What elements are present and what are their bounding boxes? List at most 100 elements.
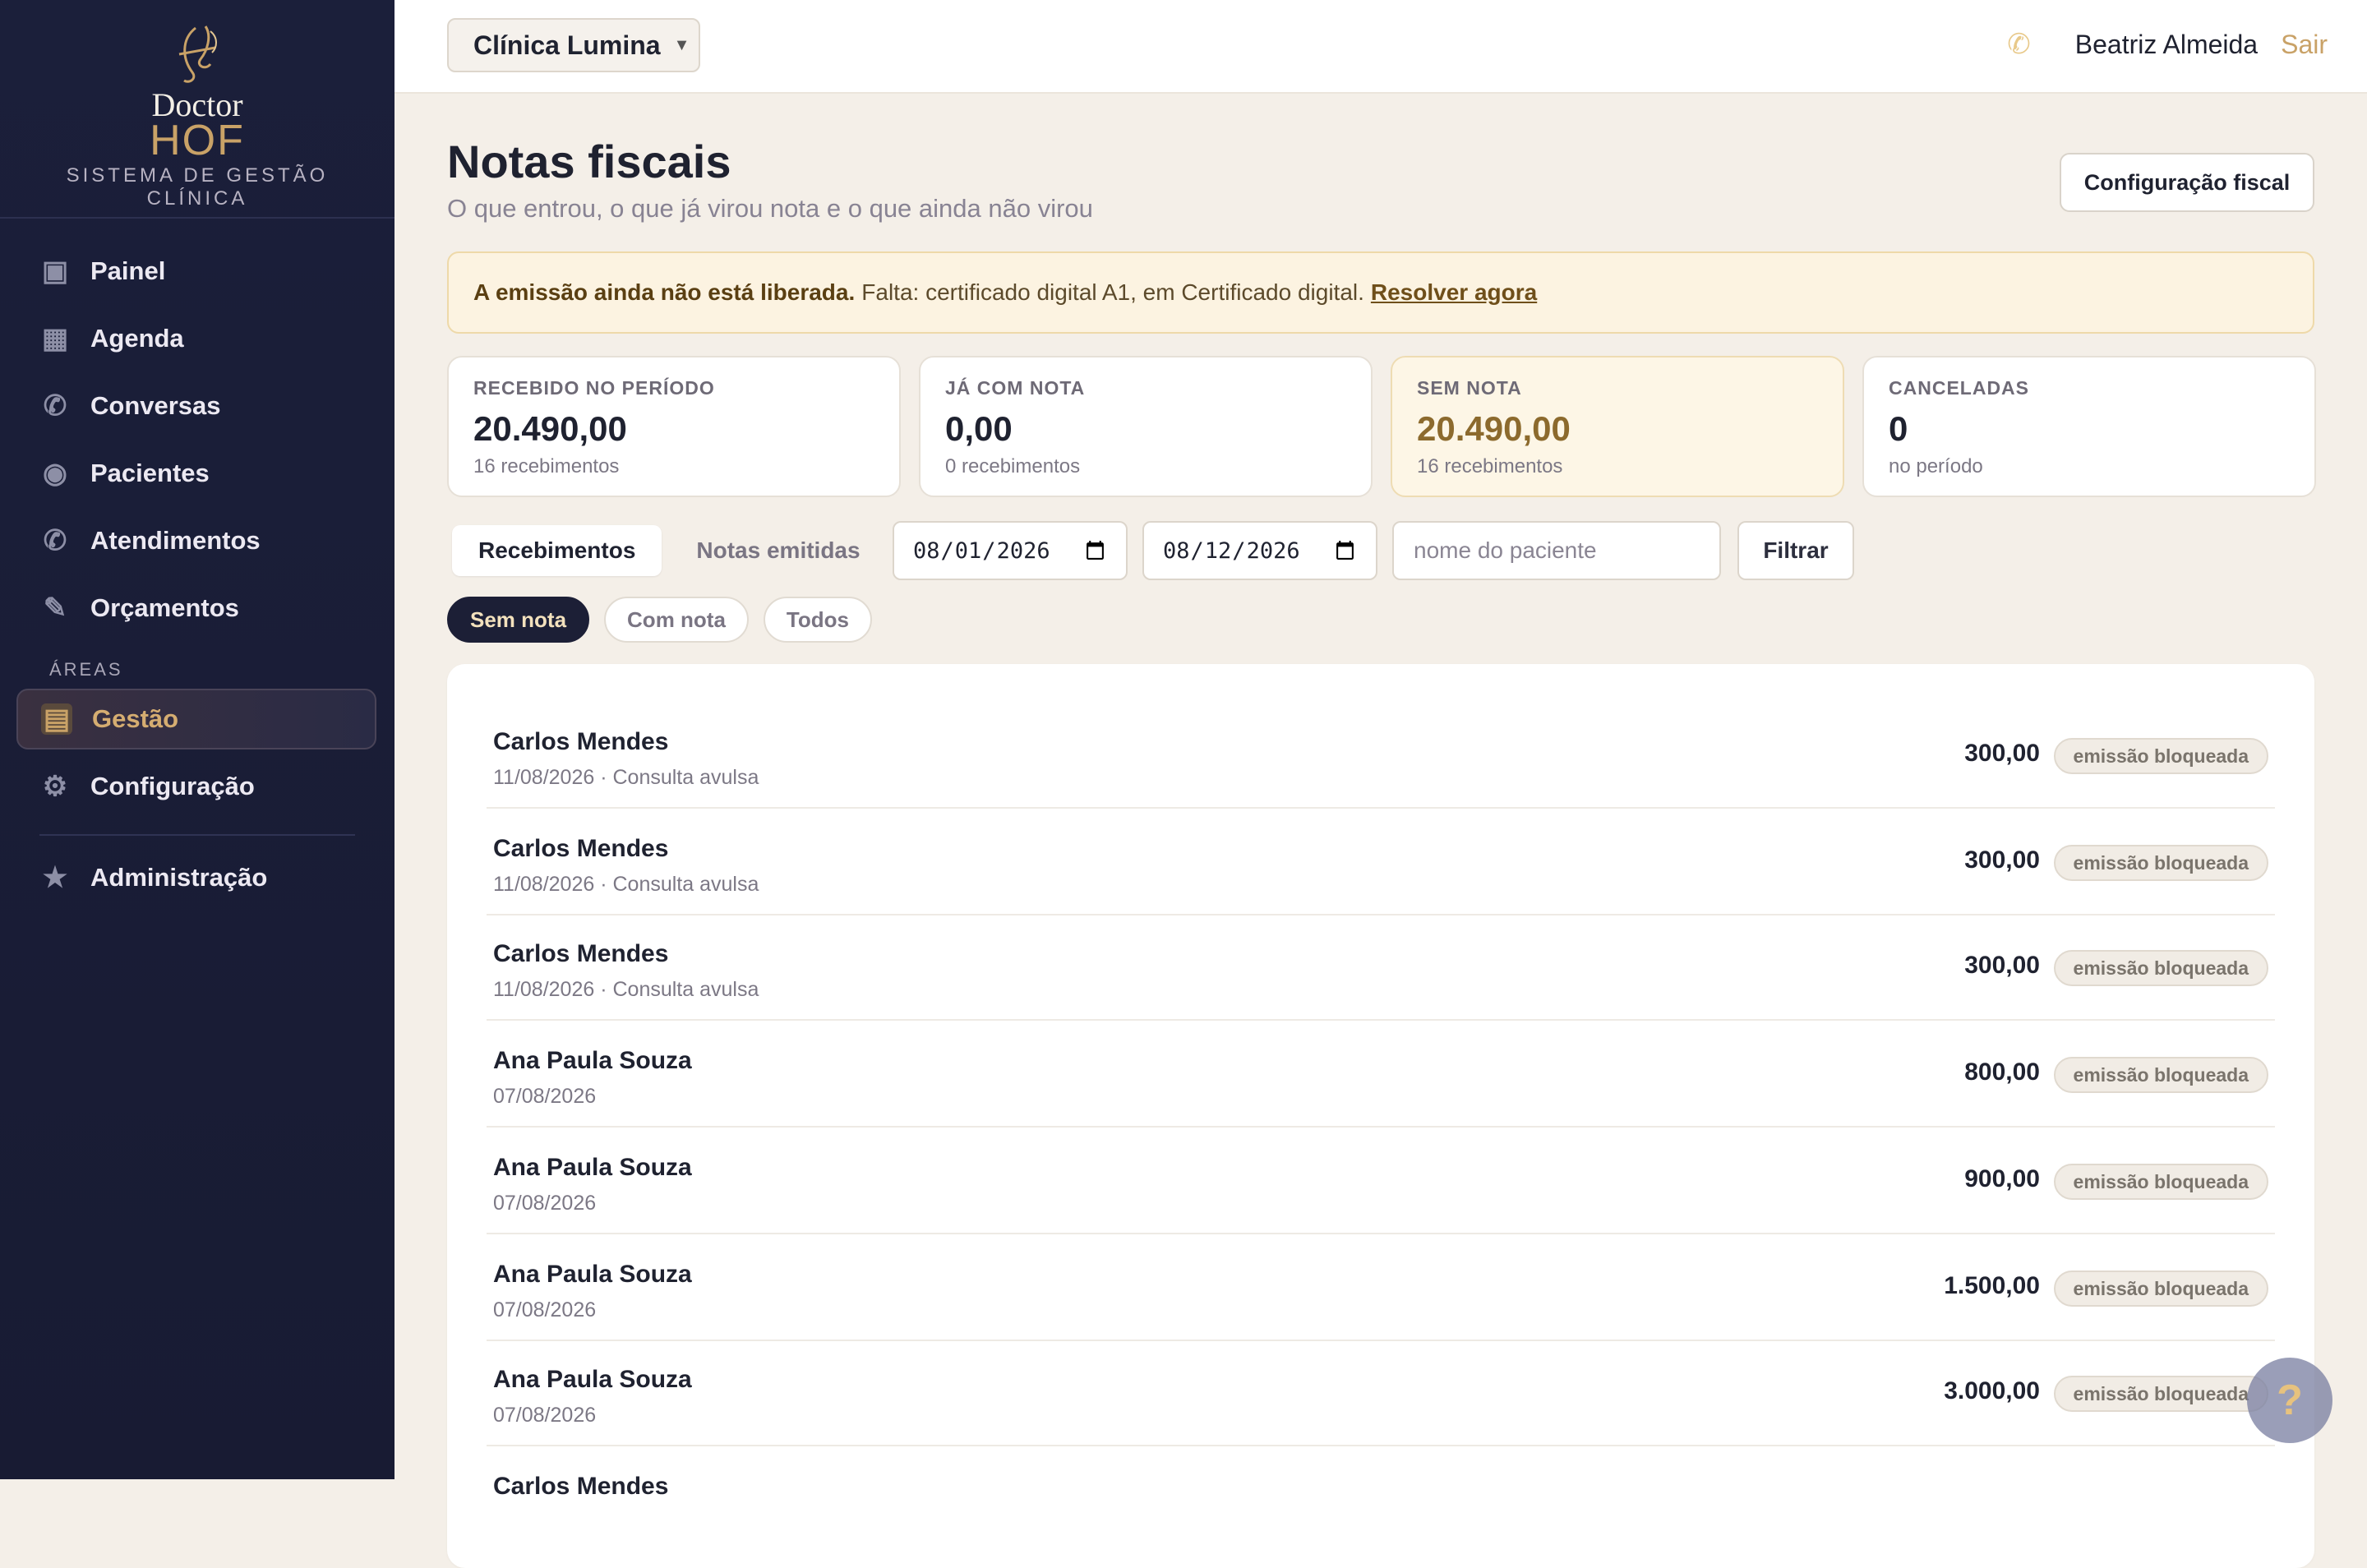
stat-label: SEM NOTA — [1417, 377, 1522, 399]
stat-note: no período — [1889, 455, 1983, 477]
list-item[interactable]: Carlos Mendes 11/08/2026 · Consulta avul… — [487, 915, 2275, 1021]
sidebar-item-atendimentos[interactable]: ✆ Atendimentos — [16, 510, 376, 571]
receipt-amount: 300,00 — [1964, 952, 2040, 979]
appointments-icon: ✆ — [43, 525, 67, 556]
gear-icon: ⚙ — [42, 771, 68, 802]
view-tabs: Recebimentos Notas emitidas — [447, 521, 887, 580]
patient-name: Carlos Mendes — [493, 940, 669, 967]
sidebar: Doctor HOF SISTEMA DE GESTÃO CLÍNICA ▣ P… — [0, 0, 394, 1479]
sidebar-item-administracao[interactable]: ★ Administração — [16, 847, 376, 908]
patient-name: Ana Paula Souza — [493, 1047, 692, 1074]
clinic-selector-label: Clínica Lumina — [473, 30, 661, 60]
help-button[interactable]: ? — [2247, 1358, 2332, 1443]
sidebar-item-orcamentos[interactable]: ✎ Orçamentos — [16, 578, 376, 639]
theme-toggle-icon[interactable]: ✆ — [2007, 28, 2031, 61]
status-badge: emissão bloqueada — [2053, 845, 2268, 881]
receipt-meta: 11/08/2026 · Consulta avulsa — [493, 873, 759, 896]
sidebar-item-label: Painel — [90, 256, 166, 285]
date-to-input[interactable] — [1142, 521, 1377, 580]
alert-text: Falta: certificado digital A1, em Certif… — [861, 279, 1364, 305]
sidebar-divider — [39, 834, 355, 836]
calendar-icon: ▦ — [41, 323, 69, 354]
stat-card-cancelled: CANCELADAS 0 no período — [1862, 356, 2316, 497]
user-area: ✆ Beatriz Almeida Sair — [2007, 0, 2328, 89]
status-badge: emissão bloqueada — [2053, 1376, 2268, 1412]
user-name: Beatriz Almeida — [2074, 29, 2259, 59]
list-item[interactable]: Ana Paula Souza 07/08/2026 800,00 emissã… — [487, 1022, 2275, 1128]
chat-icon: ✆ — [43, 390, 67, 422]
panel-icon: ▣ — [41, 256, 69, 287]
brand-logo[interactable]: Doctor HOF SISTEMA DE GESTÃO CLÍNICA — [0, 0, 394, 219]
receipts-list: Carlos Mendes 11/08/2026 · Consulta avul… — [447, 664, 2314, 1568]
stat-note: 16 recebimentos — [473, 455, 620, 477]
receipt-meta: 07/08/2026 — [493, 1298, 597, 1321]
list-item[interactable]: Carlos Mendes 11/08/2026 · Consulta avul… — [487, 703, 2275, 809]
receipt-amount: 300,00 — [1964, 740, 2040, 767]
receipt-meta: 07/08/2026 — [493, 1192, 597, 1215]
list-item[interactable]: Ana Paula Souza 07/08/2026 3.000,00 emis… — [487, 1341, 2275, 1446]
receipt-amount: 1.500,00 — [1944, 1272, 2040, 1299]
receipt-meta: 11/08/2026 · Consulta avulsa — [493, 766, 759, 789]
stat-value: 20.490,00 — [473, 409, 627, 448]
sidebar-item-label: Atendimentos — [90, 526, 261, 555]
stat-note: 16 recebimentos — [1417, 455, 1563, 477]
sidebar-item-label: Administração — [90, 863, 268, 892]
fiscal-config-button[interactable]: Configuração fiscal — [2060, 153, 2314, 212]
stat-label: JÁ COM NOTA — [945, 377, 1086, 399]
list-item[interactable]: Carlos Mendes 11/08/2026 · Consulta avul… — [487, 810, 2275, 915]
sidebar-item-pacientes[interactable]: ◉ Pacientes — [16, 443, 376, 504]
brand-name-bottom: HOF — [150, 117, 245, 164]
patient-name: Carlos Mendes — [493, 1473, 669, 1500]
receipt-meta: 07/08/2026 — [493, 1085, 597, 1108]
sidebar-item-label: Agenda — [90, 324, 184, 353]
sidebar-item-gestao[interactable]: ▤ Gestão — [16, 689, 376, 749]
page-subtitle: O que entrou, o que já virou nota e o qu… — [447, 194, 1093, 223]
list-item[interactable]: Carlos Mendes — [487, 1448, 2275, 1553]
filter-button[interactable]: Filtrar — [1737, 521, 1854, 580]
sidebar-item-label: Orçamentos — [90, 593, 239, 622]
document-icon: ▤ — [41, 703, 72, 735]
sidebar-item-configuracao[interactable]: ⚙ Configuração — [16, 756, 376, 817]
chip-com-nota[interactable]: Com nota — [604, 597, 749, 643]
stat-label: CANCELADAS — [1889, 377, 2029, 399]
brand-subtitle: SISTEMA DE GESTÃO CLÍNICA — [66, 164, 329, 210]
chevron-down-icon: ▼ — [673, 35, 690, 54]
receipt-amount: 900,00 — [1964, 1165, 2040, 1192]
brand-monogram-icon — [178, 25, 217, 83]
date-from-input[interactable] — [893, 521, 1128, 580]
invoice-filter-chips: Sem nota Com nota Todos — [447, 597, 887, 643]
tab-recebimentos[interactable]: Recebimentos — [452, 525, 662, 576]
patient-name: Ana Paula Souza — [493, 1261, 692, 1288]
clinic-selector[interactable]: Clínica Lumina ▼ — [447, 18, 700, 72]
stat-card-received: RECEBIDO NO PERÍODO 20.490,00 16 recebim… — [447, 356, 901, 497]
receipt-amount: 800,00 — [1964, 1058, 2040, 1086]
status-badge: emissão bloqueada — [2053, 738, 2268, 774]
receipt-amount: 3.000,00 — [1944, 1377, 2040, 1404]
status-badge: emissão bloqueada — [2053, 950, 2268, 986]
sidebar-item-painel[interactable]: ▣ Painel — [16, 241, 376, 302]
receipt-amount: 300,00 — [1964, 846, 2040, 874]
chip-sem-nota[interactable]: Sem nota — [447, 597, 590, 643]
patient-search-input[interactable] — [1392, 521, 1721, 580]
sidebar-item-label: Configuração — [90, 772, 255, 800]
stat-value: 0,00 — [945, 409, 1013, 448]
patient-name: Carlos Mendes — [493, 835, 669, 862]
list-item[interactable]: Ana Paula Souza 07/08/2026 1.500,00 emis… — [487, 1236, 2275, 1341]
chip-todos[interactable]: Todos — [763, 597, 872, 643]
sidebar-item-label: Gestão — [92, 704, 179, 733]
sidebar-item-conversas[interactable]: ✆ Conversas — [16, 376, 376, 436]
stat-note: 0 recebimentos — [945, 455, 1081, 477]
stat-value: 0 — [1889, 409, 1908, 448]
pencil-icon: ✎ — [43, 593, 67, 624]
patients-icon: ◉ — [43, 458, 67, 489]
tab-notas-emitidas[interactable]: Notas emitidas — [670, 525, 886, 576]
patient-name: Ana Paula Souza — [493, 1154, 692, 1181]
stat-card-with-invoice: JÁ COM NOTA 0,00 0 recebimentos — [919, 356, 1373, 497]
status-badge: emissão bloqueada — [2053, 1271, 2268, 1307]
sidebar-item-label: Conversas — [90, 391, 221, 420]
sidebar-item-label: Pacientes — [90, 459, 210, 487]
resolve-now-link[interactable]: Resolver agora — [1371, 279, 1537, 306]
list-item[interactable]: Ana Paula Souza 07/08/2026 900,00 emissã… — [487, 1129, 2275, 1234]
sidebar-item-agenda[interactable]: ▦ Agenda — [16, 308, 376, 369]
logout-link[interactable]: Sair — [2281, 30, 2328, 60]
